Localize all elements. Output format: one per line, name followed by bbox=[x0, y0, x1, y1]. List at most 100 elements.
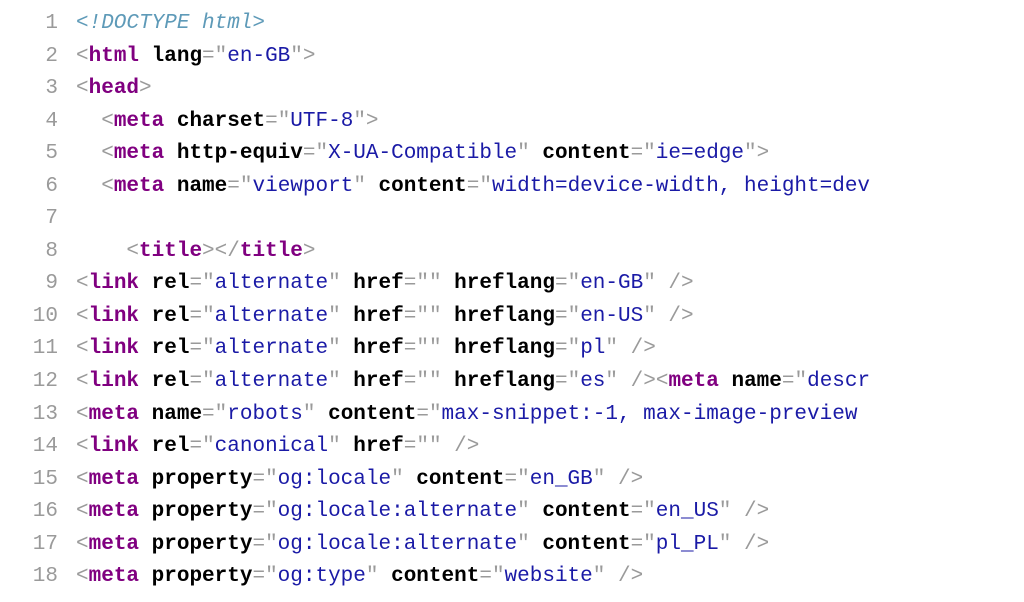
token-punct: /> bbox=[656, 272, 694, 295]
line-number: 7 bbox=[0, 203, 76, 236]
code-content[interactable]: <link rel="alternate" href="" hreflang="… bbox=[76, 333, 656, 366]
code-line[interactable]: 17<meta property="og:locale:alternate" c… bbox=[0, 529, 1024, 562]
code-content[interactable]: <link rel="alternate" href="" hreflang="… bbox=[76, 268, 694, 301]
token-punct: > bbox=[366, 110, 379, 133]
token-punct: = bbox=[189, 370, 202, 393]
code-line[interactable]: 1<!DOCTYPE html> bbox=[0, 8, 1024, 41]
code-line[interactable]: 15<meta property="og:locale" content="en… bbox=[0, 464, 1024, 497]
code-line[interactable]: 4 <meta charset="UTF-8"> bbox=[0, 106, 1024, 139]
token-punct: " bbox=[278, 110, 291, 133]
code-line[interactable]: 14<link rel="canonical" href="" /> bbox=[0, 431, 1024, 464]
token-attr: property bbox=[139, 500, 252, 523]
code-content[interactable]: <link rel="canonical" href="" /> bbox=[76, 431, 479, 464]
token-punct: = bbox=[189, 337, 202, 360]
token-tag: meta bbox=[114, 142, 164, 165]
token-punct: = bbox=[252, 468, 265, 491]
line-number: 3 bbox=[0, 73, 76, 106]
token-attr: rel bbox=[139, 337, 189, 360]
token-val: en_GB bbox=[530, 468, 593, 491]
code-content[interactable]: <meta property="og:locale" content="en_G… bbox=[76, 464, 643, 497]
token-punct: < bbox=[656, 370, 669, 393]
token-punct: = bbox=[505, 468, 518, 491]
token-attr: rel bbox=[139, 305, 189, 328]
code-line[interactable]: 2<html lang="en-GB"> bbox=[0, 41, 1024, 74]
code-editor[interactable]: 1<!DOCTYPE html>2<html lang="en-GB">3<he… bbox=[0, 8, 1024, 594]
code-line[interactable]: 8 <title></title> bbox=[0, 236, 1024, 269]
line-number: 11 bbox=[0, 333, 76, 366]
token-tag: meta bbox=[89, 565, 139, 588]
token-punct: /> bbox=[731, 533, 769, 556]
code-content[interactable]: <meta property="og:locale:alternate" con… bbox=[76, 496, 769, 529]
token-tag: link bbox=[89, 305, 139, 328]
token-punct: < bbox=[76, 370, 89, 393]
token-tag: meta bbox=[668, 370, 718, 393]
token-attr: href bbox=[341, 370, 404, 393]
code-line[interactable]: 16<meta property="og:locale:alternate" c… bbox=[0, 496, 1024, 529]
token-punct: " bbox=[416, 370, 429, 393]
code-content[interactable]: <!DOCTYPE html> bbox=[76, 8, 265, 41]
code-content[interactable]: <meta name="viewport" content="width=dev… bbox=[76, 171, 870, 204]
token-attr: lang bbox=[139, 45, 202, 68]
token-punct: " bbox=[492, 565, 505, 588]
code-line[interactable]: 3<head> bbox=[0, 73, 1024, 106]
code-content[interactable]: <link rel="alternate" href="" hreflang="… bbox=[76, 301, 694, 334]
token-punct: = bbox=[555, 337, 568, 360]
code-content[interactable]: <html lang="en-GB"> bbox=[76, 41, 316, 74]
code-line[interactable]: 18<meta property="og:type" content="webs… bbox=[0, 561, 1024, 594]
code-content[interactable]: <meta property="og:type" content="websit… bbox=[76, 561, 643, 594]
line-number: 6 bbox=[0, 171, 76, 204]
token-val: width=device-width, height=dev bbox=[492, 175, 870, 198]
token-punct: " bbox=[215, 45, 228, 68]
code-content[interactable]: <meta name="robots" content="max-snippet… bbox=[76, 399, 857, 432]
token-punct: < bbox=[126, 240, 139, 263]
token-punct: = bbox=[404, 370, 417, 393]
line-number: 13 bbox=[0, 399, 76, 432]
token-punct: = bbox=[404, 272, 417, 295]
token-tag: meta bbox=[114, 175, 164, 198]
token-punct: /> bbox=[605, 565, 643, 588]
code-content[interactable]: <meta property="og:locale:alternate" con… bbox=[76, 529, 769, 562]
token-punct: > bbox=[202, 240, 215, 263]
token-plain bbox=[76, 142, 101, 165]
token-val: og:locale:alternate bbox=[278, 500, 517, 523]
token-punct: " bbox=[303, 403, 316, 426]
token-punct: = bbox=[189, 305, 202, 328]
token-val: X-UA-Compatible bbox=[328, 142, 517, 165]
token-val: es bbox=[580, 370, 605, 393]
code-content[interactable]: <meta http-equiv="X-UA-Compatible" conte… bbox=[76, 138, 769, 171]
token-punct: " bbox=[605, 337, 618, 360]
token-val: og:locale:alternate bbox=[278, 533, 517, 556]
code-line[interactable]: 5 <meta http-equiv="X-UA-Compatible" con… bbox=[0, 138, 1024, 171]
code-line[interactable]: 11<link rel="alternate" href="" hreflang… bbox=[0, 333, 1024, 366]
token-attr: content bbox=[379, 565, 480, 588]
token-punct: = bbox=[479, 565, 492, 588]
code-content[interactable]: <title></title> bbox=[76, 236, 316, 269]
token-punct: < bbox=[76, 533, 89, 556]
token-punct: < bbox=[76, 468, 89, 491]
token-tag: meta bbox=[89, 500, 139, 523]
code-line[interactable]: 9<link rel="alternate" href="" hreflang=… bbox=[0, 268, 1024, 301]
token-punct: < bbox=[76, 77, 89, 100]
token-punct: > bbox=[139, 77, 152, 100]
code-line[interactable]: 6 <meta name="viewport" content="width=d… bbox=[0, 171, 1024, 204]
code-line[interactable]: 10<link rel="alternate" href="" hreflang… bbox=[0, 301, 1024, 334]
token-attr: rel bbox=[139, 272, 189, 295]
token-punct: < bbox=[76, 500, 89, 523]
token-punct: < bbox=[76, 305, 89, 328]
token-punct: " bbox=[416, 337, 429, 360]
token-val: alternate bbox=[215, 337, 328, 360]
token-attr: hreflang bbox=[442, 305, 555, 328]
code-content[interactable]: <meta charset="UTF-8"> bbox=[76, 106, 379, 139]
code-line[interactable]: 13<meta name="robots" content="max-snipp… bbox=[0, 399, 1024, 432]
token-tag: title bbox=[139, 240, 202, 263]
code-content[interactable]: <link rel="alternate" href="" hreflang="… bbox=[76, 366, 870, 399]
token-punct: " bbox=[202, 370, 215, 393]
code-line[interactable]: 7 bbox=[0, 203, 1024, 236]
line-number: 18 bbox=[0, 561, 76, 594]
token-attr: charset bbox=[164, 110, 265, 133]
token-attr: content bbox=[366, 175, 467, 198]
code-content[interactable]: <head> bbox=[76, 73, 152, 106]
token-punct: = bbox=[416, 403, 429, 426]
code-line[interactable]: 12<link rel="alternate" href="" hreflang… bbox=[0, 366, 1024, 399]
token-punct: " bbox=[290, 45, 303, 68]
